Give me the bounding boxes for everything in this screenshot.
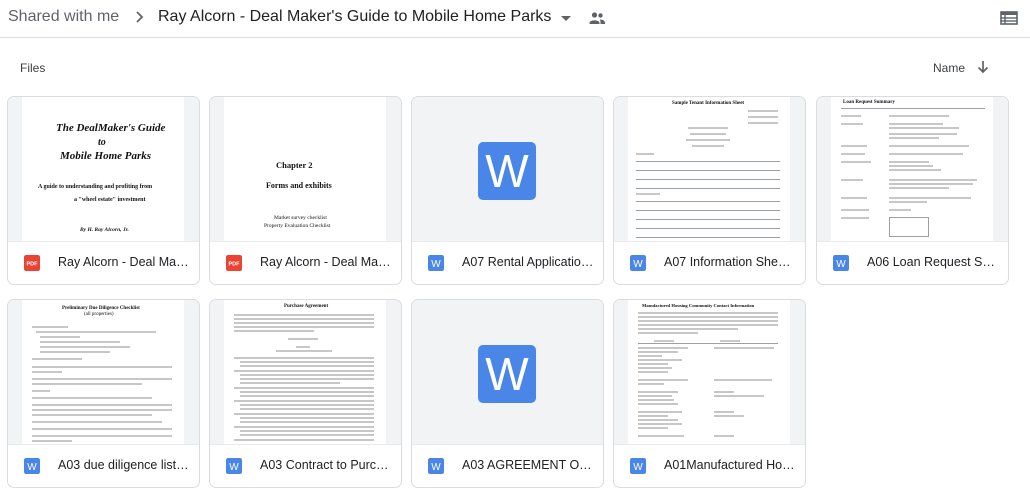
file-name: A06 Loan Request Summary.docx (867, 255, 999, 269)
thumb-text: Market survey checklist (274, 215, 327, 221)
shared-people-icon[interactable] (588, 9, 606, 27)
sort-by-name-button[interactable]: Name (933, 61, 965, 75)
pdf-file-icon: PDF (24, 255, 40, 271)
file-card[interactable]: Chapter 2 Forms and exhibits Market surv… (209, 96, 402, 285)
file-thumbnail: Sample Tenant Information Sheet (614, 97, 805, 242)
word-file-icon: W (630, 255, 646, 271)
list-view-icon[interactable] (999, 8, 1019, 28)
word-file-icon: W (833, 255, 849, 271)
thumb-text: to (98, 137, 106, 148)
svg-text:PDF: PDF (229, 262, 241, 268)
thumb-text: A guide to understanding and profiting f… (38, 184, 153, 190)
file-name: A01Manufactured Housing.docx (664, 458, 796, 472)
chevron-right-icon (136, 11, 144, 23)
svg-text:W: W (431, 259, 441, 270)
file-thumbnail: W (412, 300, 603, 445)
svg-text:W: W (27, 462, 37, 473)
word-file-icon: W (630, 458, 646, 474)
thumb-text: Property Evaluation Checklist (264, 223, 331, 229)
file-name: A03 AGREEMENT OF SALE.docx (462, 458, 594, 472)
file-name: A07 Information Sheet.docx (664, 255, 796, 269)
file-thumbnail: Loan Request Summary (817, 97, 1008, 242)
file-thumbnail: Preliminary Due Diligence Checklist (all… (8, 300, 199, 445)
word-document-icon: W (478, 142, 536, 200)
file-name: A07 Rental Application.docx (462, 255, 594, 269)
file-card[interactable]: W W A07 Rental Application.docx (411, 96, 604, 285)
file-thumbnail: Purchase Agreement (210, 300, 401, 445)
file-card[interactable]: Sample Tenant Information Sheet W A07 In… (613, 96, 806, 285)
file-name: A03 Contract to Purchase.docx (260, 458, 392, 472)
thumb-text: a "wheel estate" investment (74, 197, 146, 203)
svg-text:W: W (229, 462, 239, 473)
svg-text:PDF: PDF (27, 262, 39, 268)
drive-header: Shared with me Ray Alcorn - Deal Maker's… (0, 0, 1030, 38)
svg-text:W: W (633, 462, 643, 473)
word-file-icon: W (428, 458, 444, 474)
files-section-label: Files (20, 61, 46, 75)
word-file-icon: W (428, 255, 444, 271)
word-file-icon: W (226, 458, 242, 474)
thumb-text: Chapter 2 (276, 160, 313, 170)
thumb-text: Preliminary Due Diligence Checklist (62, 306, 140, 311)
file-card[interactable]: Preliminary Due Diligence Checklist (all… (7, 299, 200, 488)
breadcrumb-shared-with-me[interactable]: Shared with me (8, 8, 119, 26)
thumb-text: Mobile Home Parks (60, 150, 152, 162)
svg-text:W: W (836, 259, 846, 270)
svg-text:W: W (431, 462, 441, 473)
thumb-text: By H. Ray Alcorn, Jr. (80, 227, 129, 233)
file-name: Ray Alcorn - Deal Maker's Guide to Mobil… (58, 255, 190, 269)
thumb-text: Loan Request Summary (843, 100, 895, 105)
thumb-text: (all properties) (84, 312, 114, 317)
thumb-text: Forms and exhibits (266, 181, 332, 190)
word-file-icon: W (24, 458, 40, 474)
file-card[interactable]: Manufactured Housing Community Contact I… (613, 299, 806, 488)
arrow-down-icon[interactable] (975, 59, 991, 75)
file-thumbnail: Chapter 2 Forms and exhibits Market surv… (210, 97, 401, 242)
word-document-icon: W (478, 345, 536, 403)
thumb-text: The DealMaker's Guide (56, 122, 166, 134)
thumb-text: Sample Tenant Information Sheet (672, 101, 745, 106)
file-card[interactable]: W W A03 AGREEMENT OF SALE.docx (411, 299, 604, 488)
file-card[interactable]: Loan Request Summary W A06 Loan Request … (816, 96, 1009, 285)
file-thumbnail: Manufactured Housing Community Contact I… (614, 300, 805, 445)
file-thumbnail: The DealMaker's Guide to Mobile Home Par… (8, 97, 199, 242)
thumb-text: Purchase Agreement (284, 304, 329, 309)
file-name: Ray Alcorn - Deal Maker's Guide Chapter … (260, 255, 392, 269)
thumb-text: Manufactured Housing Community Contact I… (642, 303, 755, 308)
caret-down-icon[interactable] (559, 11, 573, 25)
pdf-file-icon: PDF (226, 255, 242, 271)
svg-text:W: W (633, 259, 643, 270)
file-name: A03 due diligence list.docx (58, 458, 190, 472)
breadcrumb-current-folder[interactable]: Ray Alcorn - Deal Maker's Guide to Mobil… (158, 8, 551, 26)
file-card[interactable]: Purchase Agreement W A03 Contract to Pur… (209, 299, 402, 488)
file-thumbnail: W (412, 97, 603, 242)
file-card[interactable]: The DealMaker's Guide to Mobile Home Par… (7, 96, 200, 285)
